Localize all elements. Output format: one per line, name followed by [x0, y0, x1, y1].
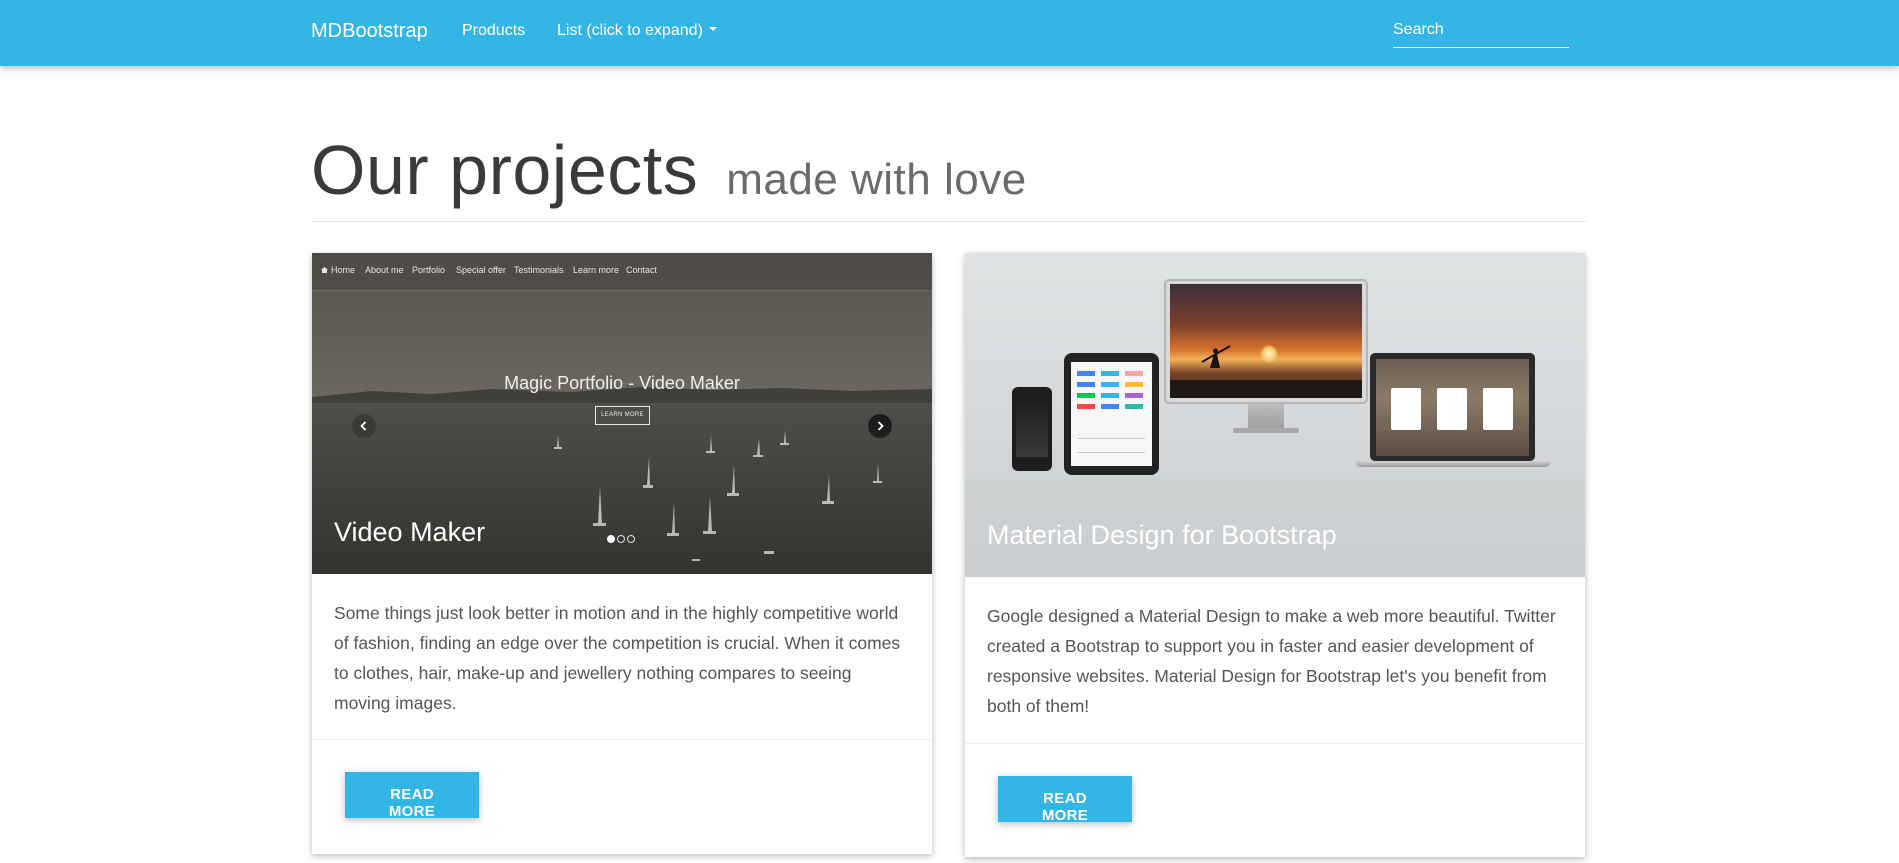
slide-caption: Magic Portfolio - Video Maker [504, 373, 740, 393]
imac-base [1233, 428, 1299, 433]
macbook-base [1355, 461, 1551, 467]
chevron-right-icon [877, 421, 884, 431]
preview-nav-special-offer[interactable]: Special offer [456, 265, 506, 275]
preview-nav-about[interactable]: About me [365, 265, 404, 275]
carousel-next-button[interactable] [868, 414, 892, 438]
read-more-button-video-maker[interactable]: Read more [345, 772, 479, 820]
project-card-mdb: Material Design for Bootstrap Google des… [965, 253, 1585, 857]
carousel-indicators [607, 530, 637, 543]
preview-nav-contact[interactable]: Contact [626, 265, 657, 275]
iphone-screen [1016, 398, 1048, 457]
card-title-video-maker: Video Maker [334, 517, 486, 547]
page-title: Our projects made with love [311, 130, 1027, 210]
card-text-mdb: Google designed a Material Design to mak… [987, 606, 1556, 716]
home-icon [321, 267, 328, 273]
ipad-screen [1071, 362, 1152, 466]
page-subtitle: made with love [726, 155, 1027, 204]
carousel-prev-button[interactable] [352, 414, 376, 438]
card-text-video-maker: Some things just look better in motion a… [334, 603, 901, 713]
carousel-indicator-3[interactable] [627, 535, 635, 543]
page-header: Our projects made with love [311, 130, 1586, 222]
card-title-mdb: Material Design for Bootstrap [987, 520, 1337, 550]
nav-products-link[interactable]: Products [462, 22, 525, 40]
card-action-video-maker: Read more [312, 739, 932, 821]
nav-list-dropdown[interactable]: List (click to expand) [557, 22, 717, 40]
slide-learn-more-button[interactable]: LEARN MORE [595, 406, 650, 425]
navbar: MDBootstrap Products List (click to expa… [0, 0, 1899, 66]
read-more-button-mdb[interactable]: Read more [998, 776, 1132, 824]
page-title-main: Our projects [311, 131, 699, 209]
carousel-indicator-2[interactable] [617, 535, 625, 543]
card-content-video-maker: Some things just look better in motion a… [312, 574, 932, 739]
surfer-silhouette [1170, 345, 1362, 398]
brand-link[interactable]: MDBootstrap [311, 20, 428, 43]
card-image-video-maker[interactable]: Home About me Portfolio Special offer Te… [312, 253, 932, 574]
carousel-indicator-1[interactable] [607, 535, 615, 543]
chevron-left-icon [360, 421, 367, 431]
preview-nav-portfolio[interactable]: Portfolio [412, 265, 445, 275]
sailboats-graphic [554, 430, 882, 561]
nav-list-label: List (click to expand) [557, 22, 703, 39]
search-input[interactable] [1393, 12, 1569, 48]
caret-down-icon [708, 26, 717, 31]
preview-navbar: Home About me Portfolio Special offer Te… [312, 253, 932, 291]
preview-nav-home[interactable]: Home [321, 265, 355, 275]
preview-nav-testimonials[interactable]: Testimonials [514, 265, 564, 275]
imac-stand [1248, 404, 1284, 429]
card-action-mdb: Read more [965, 743, 1585, 825]
project-card-video-maker: Home About me Portfolio Special offer Te… [312, 253, 932, 854]
preview-nav-learn-more[interactable]: Learn more [573, 265, 619, 275]
card-content-mdb: Google designed a Material Design to mak… [965, 577, 1585, 743]
card-image-mdb[interactable]: Material Design for Bootstrap [965, 253, 1585, 577]
